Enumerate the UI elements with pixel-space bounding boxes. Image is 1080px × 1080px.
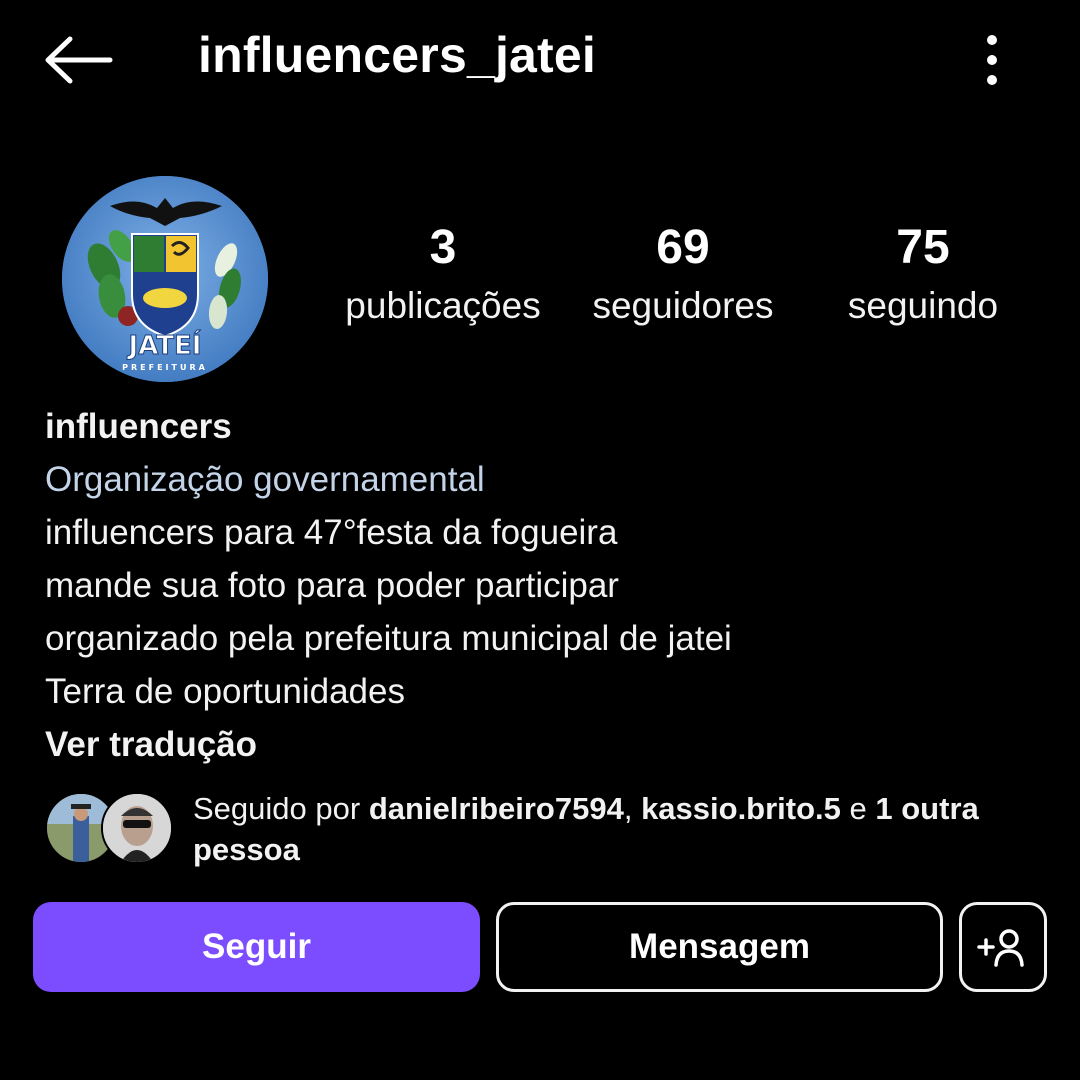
- follow-button[interactable]: Seguir: [33, 902, 480, 992]
- profile-avatar[interactable]: JATEÍ PREFEITURA: [62, 176, 268, 382]
- bio-line: Terra de oportunidades: [45, 672, 405, 711]
- profile-category[interactable]: Organização governamental: [45, 453, 1045, 506]
- followed-by-prefix: Seguido por: [193, 791, 369, 826]
- stat-posts-count: 3: [429, 221, 457, 274]
- followed-by-connector: e: [840, 791, 876, 826]
- message-button[interactable]: Mensagem: [496, 902, 943, 992]
- stat-followers[interactable]: 69 seguidores: [568, 221, 798, 327]
- avatar-logo-text: JATEÍ: [127, 329, 202, 361]
- avatar-logo-subtext: PREFEITURA: [122, 363, 208, 372]
- stat-following-label: seguindo: [847, 284, 999, 326]
- see-translation-link[interactable]: Ver tradução: [45, 718, 1045, 771]
- profile-stats: 3 publicações 69 seguidores 75 seguindo: [320, 221, 1040, 342]
- mutual-followers-avatars: [45, 792, 175, 864]
- stat-following-count: 75: [896, 221, 950, 274]
- followed-by-separator: ,: [623, 791, 642, 826]
- bio-line: organizado pela prefeitura municipal de …: [45, 619, 732, 658]
- stat-followers-label: seguidores: [592, 284, 774, 326]
- avatar: [101, 792, 173, 864]
- followed-by-text: Seguido por danielribeiro7594, kassio.br…: [193, 788, 1043, 870]
- more-vertical-icon: [987, 35, 997, 85]
- bio-line: mande sua foto para poder participar: [45, 566, 619, 605]
- mutual-follower-link[interactable]: kassio.brito.5: [641, 791, 841, 826]
- mutual-follower-link[interactable]: danielribeiro7594: [369, 791, 624, 826]
- jatei-coat-of-arms-logo: JATEÍ PREFEITURA: [62, 176, 268, 382]
- stat-posts[interactable]: 3 publicações: [328, 221, 558, 327]
- add-person-icon: [977, 929, 1024, 967]
- profile-username-title: influencers_jatei: [198, 27, 597, 83]
- bio-line: influencers para 47°festa da fogueira: [45, 513, 618, 552]
- top-bar: influencers_jatei: [0, 0, 1080, 120]
- arrow-left-icon: [45, 36, 113, 84]
- stat-following[interactable]: 75 seguindo: [808, 221, 1038, 327]
- stat-posts-label: publicações: [345, 284, 541, 326]
- stat-followers-count: 69: [656, 221, 710, 274]
- suggested-accounts-button[interactable]: [959, 902, 1047, 992]
- more-options-button[interactable]: [968, 30, 1016, 90]
- profile-bio: influencers Organização governamental in…: [45, 400, 1045, 771]
- followed-by-section[interactable]: Seguido por danielribeiro7594, kassio.br…: [45, 786, 1045, 876]
- back-button[interactable]: [40, 30, 116, 90]
- profile-display-name: influencers: [45, 407, 232, 446]
